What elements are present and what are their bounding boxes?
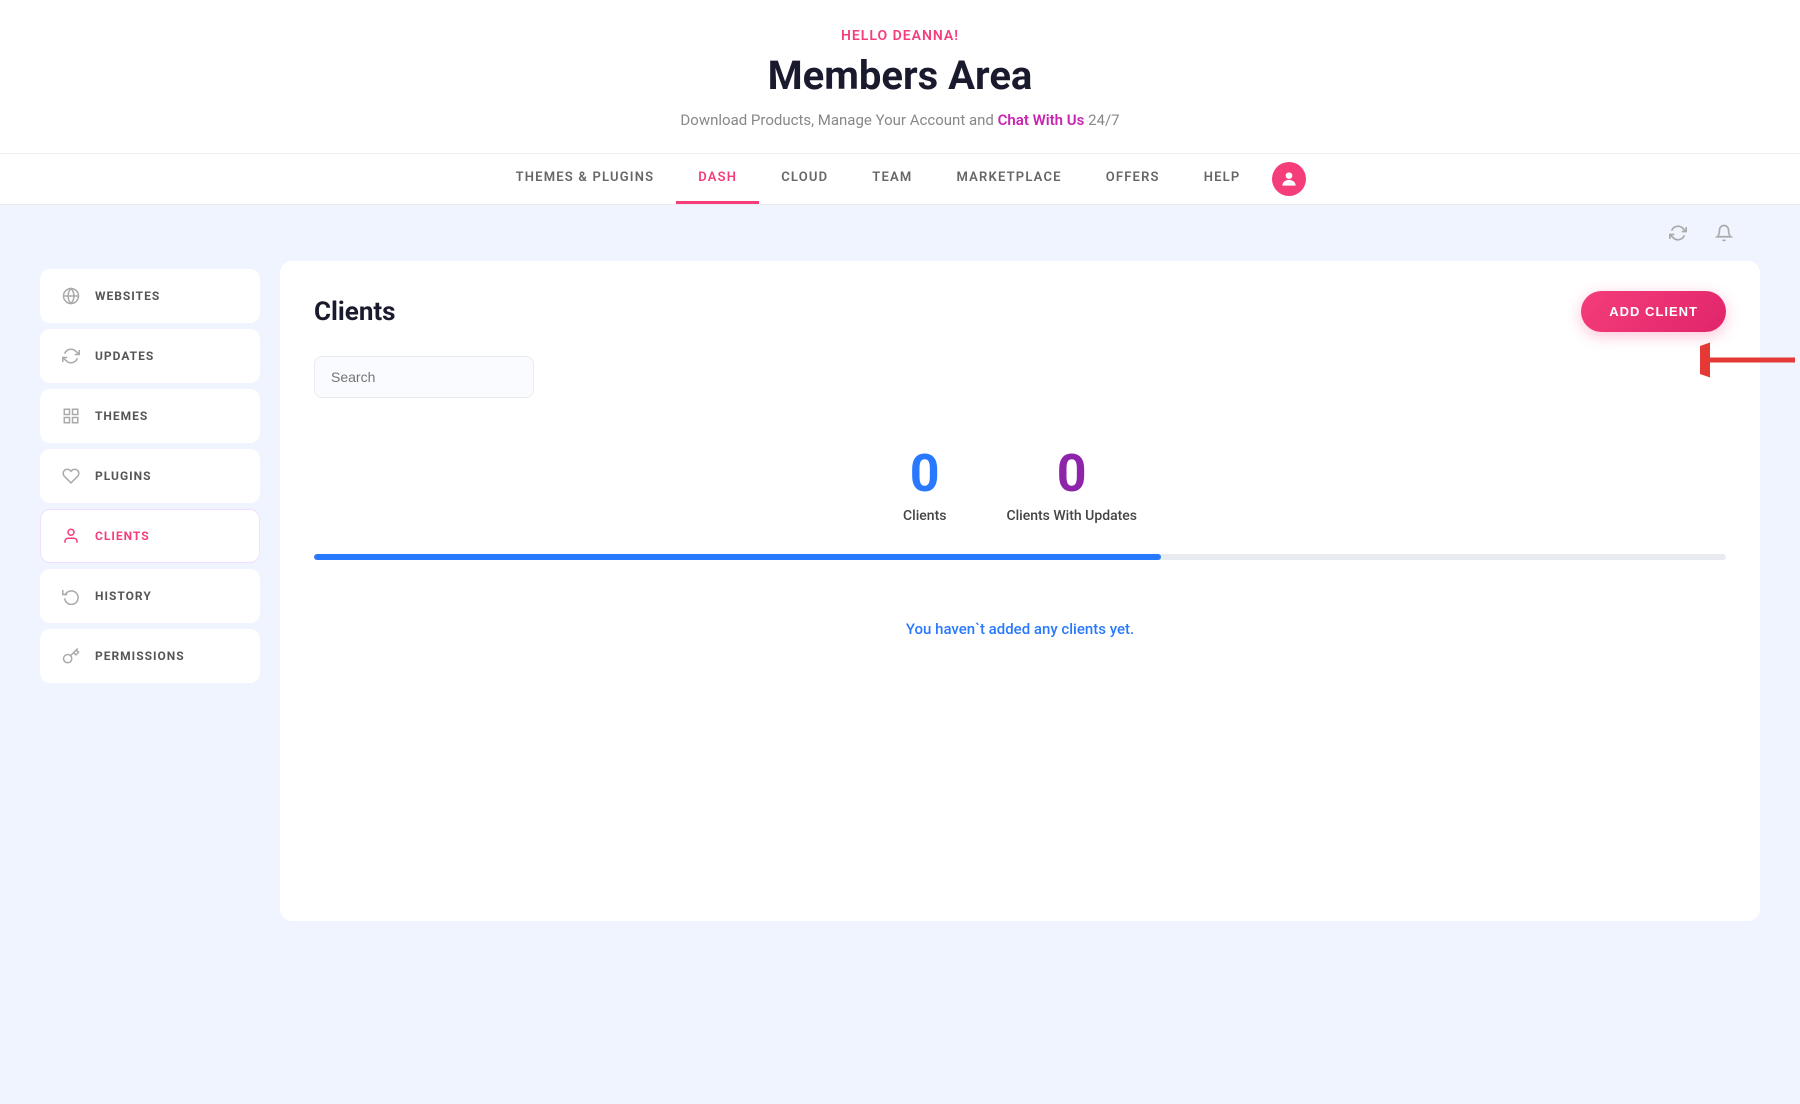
stat-clients-updates-value: 0 [1006, 448, 1137, 500]
nav-item-offers[interactable]: OFFERS [1084, 154, 1182, 204]
sidebar-item-history[interactable]: HISTORY [40, 569, 260, 623]
sidebar-label-plugins: PLUGINS [95, 469, 151, 483]
content-title: Clients [314, 297, 396, 327]
sidebar-label-updates: UPDATES [95, 349, 154, 363]
subtitle-text-end: 24/7 [1088, 111, 1119, 129]
main-nav: THEMES & PLUGINS DASH CLOUD TEAM MARKETP… [0, 153, 1800, 204]
nav-item-marketplace[interactable]: MARKETPLACE [934, 154, 1083, 204]
progress-bar-fill [314, 554, 1161, 560]
greeting-text: HELLO DEANNA! [0, 28, 1800, 44]
stat-clients-label: Clients [903, 508, 946, 524]
sidebar-label-permissions: PERMISSIONS [95, 649, 185, 663]
nav-item-themes-plugins[interactable]: THEMES & PLUGINS [494, 154, 677, 204]
plugin-icon [61, 466, 81, 486]
sidebar-item-websites[interactable]: WEBSITES [40, 269, 260, 323]
sidebar-item-permissions[interactable]: PERMISSIONS [40, 629, 260, 683]
refresh-circle-icon [61, 346, 81, 366]
themes-icon [61, 406, 81, 426]
nav-item-cloud[interactable]: CLOUD [759, 154, 850, 204]
page-title: Members Area [0, 52, 1800, 99]
stat-clients-value: 0 [903, 448, 946, 500]
stat-clients-updates: 0 Clients With Updates [1006, 448, 1137, 524]
refresh-icon[interactable] [1662, 217, 1694, 249]
empty-message: You haven`t added any clients yet. [314, 600, 1726, 658]
nav-item-team[interactable]: TEAM [850, 154, 934, 204]
search-input[interactable] [314, 356, 534, 398]
sidebar: WEBSITES UPDATES THEMES PLUGINS [40, 261, 260, 921]
sidebar-label-themes: THEMES [95, 409, 148, 423]
bell-icon[interactable] [1708, 217, 1740, 249]
sidebar-label-clients: CLIENTS [95, 529, 150, 543]
chat-link[interactable]: Chat With Us [998, 111, 1085, 129]
sidebar-item-themes[interactable]: THEMES [40, 389, 260, 443]
key-icon [61, 646, 81, 666]
history-icon [61, 586, 81, 606]
page-header: HELLO DEANNA! Members Area Download Prod… [0, 0, 1800, 205]
globe-icon [61, 286, 81, 306]
toolbar [0, 205, 1800, 261]
subtitle-text-start: Download Products, Manage Your Account a… [680, 111, 997, 129]
stat-clients-updates-label: Clients With Updates [1006, 508, 1137, 524]
sidebar-item-updates[interactable]: UPDATES [40, 329, 260, 383]
progress-bar [314, 554, 1726, 560]
sidebar-label-websites: WEBSITES [95, 289, 160, 303]
nav-item-dash[interactable]: DASH [676, 154, 759, 204]
clients-icon [61, 526, 81, 546]
sidebar-label-history: HISTORY [95, 589, 152, 603]
sidebar-item-plugins[interactable]: PLUGINS [40, 449, 260, 503]
avatar[interactable] [1272, 162, 1306, 196]
sidebar-item-clients[interactable]: CLIENTS [40, 509, 260, 563]
header-subtitle: Download Products, Manage Your Account a… [0, 111, 1800, 129]
content-header: Clients ADD CLIENT [314, 291, 1726, 332]
stat-clients: 0 Clients [903, 448, 946, 524]
main-layout: WEBSITES UPDATES THEMES PLUGINS [0, 261, 1800, 961]
nav-item-help[interactable]: HELP [1182, 154, 1263, 204]
content-area: Clients ADD CLIENT 0 Clients 0 Clients W… [280, 261, 1760, 921]
stats-row: 0 Clients 0 Clients With Updates [314, 428, 1726, 554]
add-client-button[interactable]: ADD CLIENT [1581, 291, 1726, 332]
